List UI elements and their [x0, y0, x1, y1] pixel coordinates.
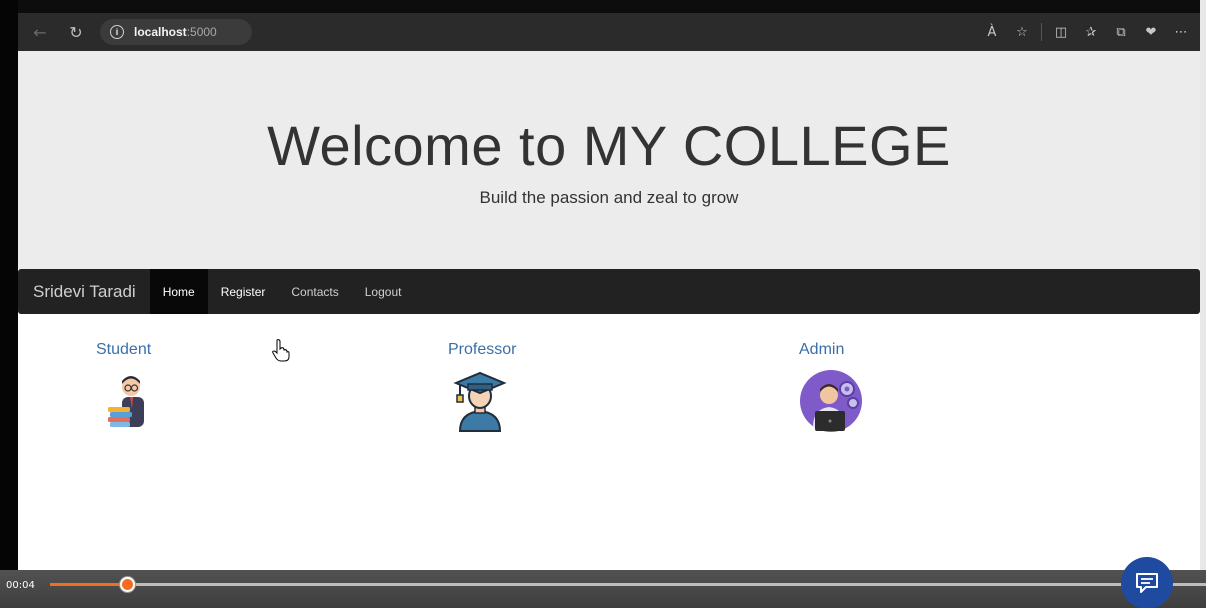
browser-tools: À ☆ ◫ ✰ ⧉ ❤ ⋯ [977, 18, 1196, 46]
collections-icon[interactable]: ⧉ [1106, 18, 1136, 46]
nav-item-logout[interactable]: Logout [352, 269, 415, 314]
nav-item-register[interactable]: Register [208, 269, 279, 314]
extensions-icon[interactable]: ❤ [1136, 18, 1166, 46]
back-arrow-icon[interactable]: ← [26, 18, 54, 46]
favorites-list-icon[interactable]: ✰ [1076, 18, 1106, 46]
professor-card[interactable]: Professor [448, 341, 598, 433]
nav-item-contacts[interactable]: Contacts [278, 269, 351, 314]
admin-avatar-icon[interactable] [799, 369, 863, 433]
seek-handle[interactable] [120, 577, 136, 592]
navbar-brand[interactable]: Sridevi Taradi [18, 269, 150, 314]
favorite-star-icon[interactable]: ☆ [1007, 18, 1037, 46]
elapsed-time: 00:04 [6, 580, 35, 591]
url-host: localhost [134, 25, 187, 39]
student-link[interactable]: Student [96, 341, 246, 359]
video-frame: ← ↻ i localhost :5000 À ☆ ◫ ✰ ⧉ ❤ ⋯ Wel… [0, 0, 1206, 608]
admin-link[interactable]: Admin [799, 341, 949, 359]
graduate-avatar-icon[interactable] [448, 369, 512, 433]
browser-toolbar: ← ↻ i localhost :5000 À ☆ ◫ ✰ ⧉ ❤ ⋯ [18, 13, 1200, 51]
seek-track[interactable] [50, 577, 1206, 592]
address-bar[interactable]: i localhost :5000 [100, 19, 252, 45]
top-strip [0, 0, 1206, 13]
url-port: :5000 [186, 25, 217, 39]
chat-bubble-button[interactable] [1121, 557, 1173, 608]
page-subtitle: Build the passion and zeal to grow [479, 188, 739, 207]
admin-card[interactable]: Admin [799, 341, 949, 433]
left-edge [0, 0, 18, 608]
refresh-icon[interactable]: ↻ [62, 18, 90, 46]
toolbar-divider [1041, 23, 1042, 41]
site-navbar: Sridevi Taradi Home Register Contacts Lo… [18, 269, 1200, 314]
split-screen-icon[interactable]: ◫ [1046, 18, 1076, 46]
right-edge [1200, 0, 1206, 608]
web-page: Welcome to MY COLLEGE Build the passion … [18, 51, 1200, 570]
video-player-bar: 00:04 [0, 570, 1206, 608]
read-aloud-icon[interactable]: À [977, 18, 1007, 46]
more-options-icon[interactable]: ⋯ [1166, 18, 1196, 46]
seek-progress [50, 583, 128, 586]
student-card[interactable]: Student [96, 341, 246, 433]
student-avatar-icon[interactable] [96, 369, 160, 433]
hand-cursor-icon [272, 339, 290, 362]
chat-bubble-icon [1136, 573, 1158, 593]
nav-item-home[interactable]: Home [149, 269, 208, 314]
professor-link[interactable]: Professor [448, 341, 598, 359]
info-icon[interactable]: i [110, 25, 124, 39]
jumbotron: Welcome to MY COLLEGE Build the passion … [18, 51, 1200, 269]
page-title: Welcome to MY COLLEGE [267, 114, 951, 177]
